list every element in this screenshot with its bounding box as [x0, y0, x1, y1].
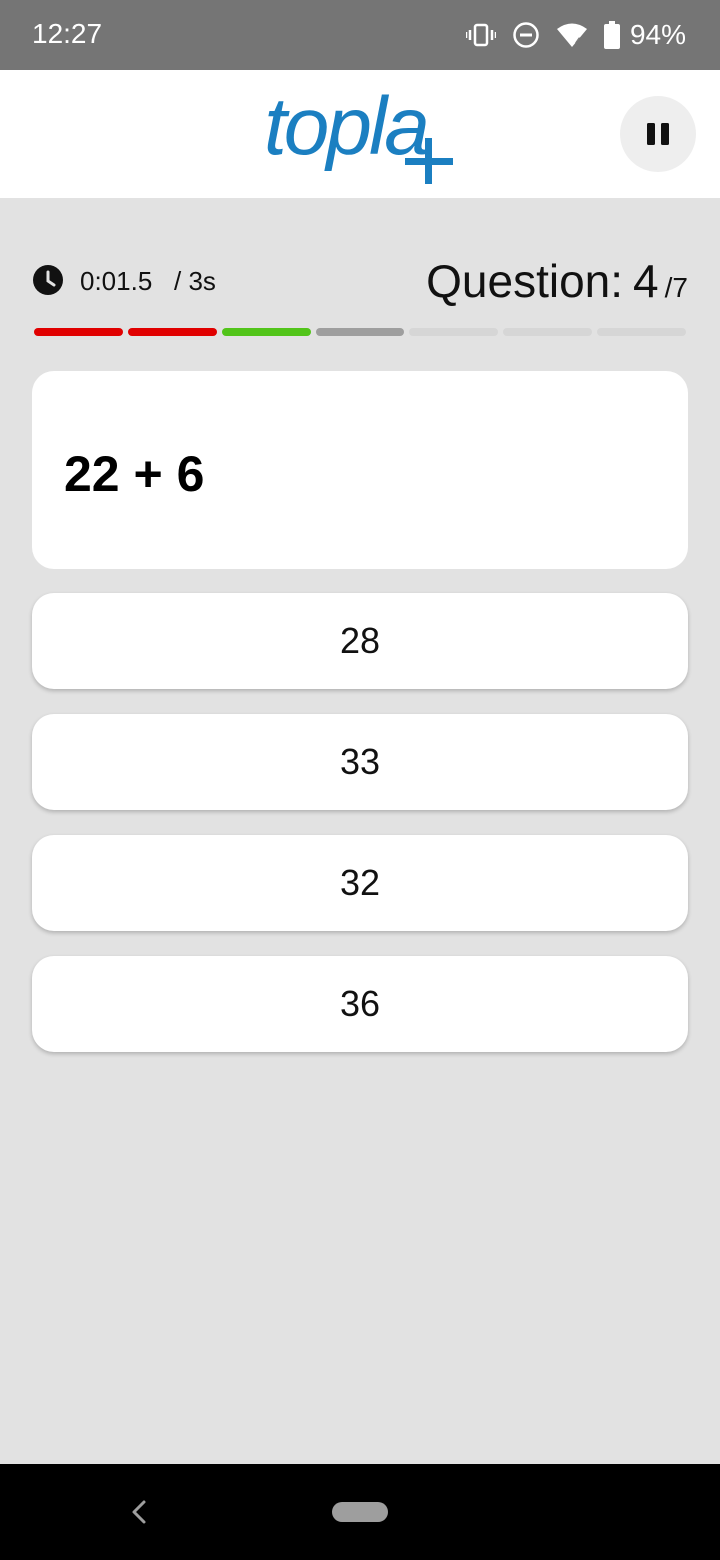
back-icon[interactable]	[128, 1498, 150, 1526]
battery-percentage: 94%	[629, 19, 686, 50]
timer-elapsed: 0:01.5	[80, 266, 153, 296]
app-header: topla	[0, 70, 720, 198]
svg-text:4: 4	[575, 36, 581, 48]
answer-option[interactable]: 32	[32, 835, 688, 931]
navigation-bar	[0, 1464, 720, 1560]
progress-segment	[315, 328, 405, 336]
vibrate-icon	[465, 23, 496, 47]
progress-segment	[597, 328, 687, 336]
answer-option[interactable]: 33	[32, 714, 688, 810]
progress-segment	[221, 328, 311, 336]
screen: 12:27 4 94% topla 0:01.5 / 3s Question: …	[0, 0, 720, 1560]
status-bar: 12:27 4 94%	[0, 0, 720, 70]
clock-icon	[33, 265, 63, 295]
battery-icon	[603, 21, 620, 49]
question-counter: Question: 4 /7	[426, 254, 688, 308]
do-not-disturb-icon	[513, 22, 539, 48]
question-current: 4	[633, 255, 659, 307]
answer-option[interactable]: 36	[32, 956, 688, 1052]
question-card: 22 + 6	[32, 371, 688, 569]
logo-text: topla	[264, 82, 427, 172]
status-time: 12:27	[32, 18, 103, 49]
pause-button[interactable]	[620, 96, 696, 172]
progress-bar	[34, 328, 687, 336]
question-label: Question:	[426, 255, 624, 307]
question-total: /7	[664, 272, 688, 303]
progress-segment	[34, 328, 123, 336]
app-logo: topla	[264, 82, 453, 184]
progress-segment	[409, 328, 499, 336]
wifi-icon: 4	[556, 23, 587, 48]
question-text: 22 + 6	[64, 446, 205, 502]
progress-segment	[503, 328, 593, 336]
answer-option[interactable]: 28	[32, 593, 688, 689]
pause-icon	[647, 123, 669, 145]
status-icons: 4 94%	[465, 14, 686, 56]
timer-limit: / 3s	[174, 266, 216, 296]
home-button[interactable]	[332, 1502, 388, 1522]
progress-segment	[127, 328, 217, 336]
